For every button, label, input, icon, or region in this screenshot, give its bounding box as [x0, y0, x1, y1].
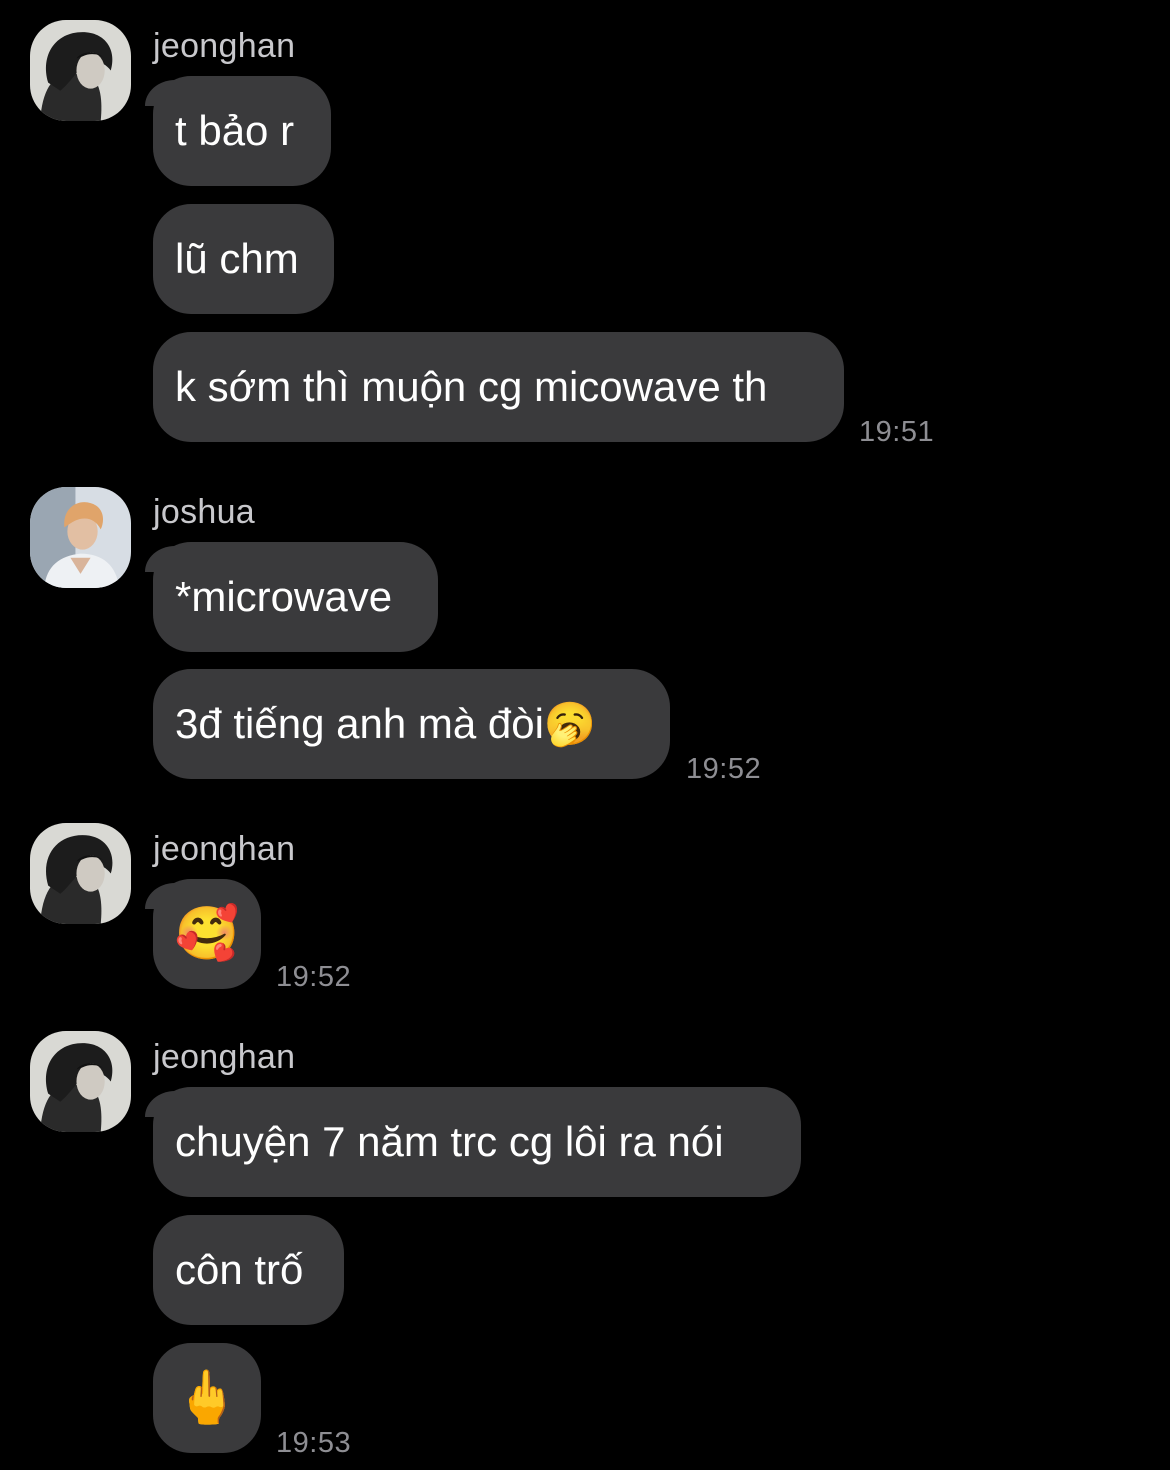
message-bubble[interactable]: 3đ tiếng anh mà đòi🥱	[153, 669, 670, 779]
message-timestamp: 19:51	[859, 416, 935, 448]
chat-transcript: jeonghan t bảo r lũ chm k sớm thì muộn c…	[0, 0, 1170, 1470]
message-bubble[interactable]: t bảo r	[145, 76, 331, 186]
message-bubble[interactable]: *microwave	[145, 542, 438, 652]
message-timestamp: 19:53	[276, 1427, 352, 1459]
emoji-message-bubble[interactable]: 🖕	[153, 1343, 261, 1453]
sender-name: jeonghan	[153, 27, 296, 65]
sender-name: joshua	[153, 493, 255, 531]
emoji-message-bubble[interactable]: 🥰	[145, 879, 261, 989]
avatar-jeonghan-icon[interactable]	[30, 823, 131, 924]
message-bubble[interactable]: chuyện 7 năm trc cg lôi ra nói	[145, 1087, 801, 1197]
message-bubble[interactable]: lũ chm	[153, 204, 334, 314]
message-bubble[interactable]: côn trố	[153, 1215, 344, 1325]
message-bubble[interactable]: k sớm thì muộn cg micowave th	[153, 332, 844, 442]
message-timestamp: 19:52	[276, 961, 352, 993]
message-timestamp: 19:52	[686, 753, 762, 785]
avatar-jeonghan-icon[interactable]	[30, 20, 131, 121]
sender-name: jeonghan	[153, 1038, 296, 1076]
sender-name: jeonghan	[153, 830, 296, 868]
avatar-jeonghan-icon[interactable]	[30, 1031, 131, 1132]
avatar-joshua-icon[interactable]	[30, 487, 131, 588]
